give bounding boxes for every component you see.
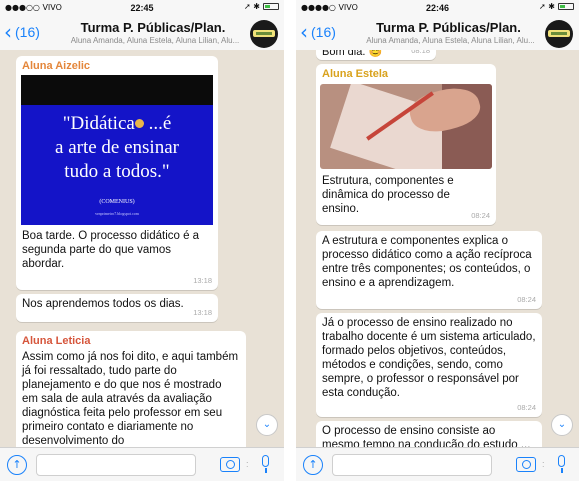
clock: 22:45	[130, 3, 154, 13]
message-bubble[interactable]: Aluna Leticia Assim como já nos foi dito…	[16, 331, 246, 447]
status-bar: ●●●●○ VIVO 22:46 ➚ ✱	[296, 0, 579, 16]
quote-line-2: a arte de ensinar	[55, 137, 179, 158]
scroll-to-bottom-button[interactable]: ⌄	[256, 414, 278, 436]
back-button[interactable]: ‹ (16)	[4, 20, 40, 44]
message-input[interactable]	[36, 454, 196, 476]
quote-blog: vrnprimeiro7.blogspot.com	[95, 211, 139, 216]
message-bubble[interactable]: A estrutura e componentes explica o proc…	[316, 231, 542, 309]
message-bubble[interactable]: Aluna Estela Estrutura, componentes e di…	[316, 64, 496, 225]
chevron-left-icon: ‹	[300, 20, 308, 44]
message-text: Nos aprendemos todos os dias.	[22, 298, 184, 310]
group-avatar[interactable]	[250, 20, 278, 48]
input-bar: ↑ :	[296, 447, 579, 481]
chat-area: Bom dia. 😊 08:18 Aluna Estela Estrutura,…	[296, 50, 579, 447]
chat-title[interactable]: Turma P. Públicas/Plan.	[358, 20, 539, 35]
arrow-up-icon[interactable]: ↑	[303, 455, 323, 475]
back-count: (16)	[15, 24, 40, 40]
location-bluetooth-icons: ➚ ✱	[244, 2, 260, 11]
chat-members[interactable]: Aluna Amanda, Aluna Estela, Aluna Lilian…	[62, 36, 248, 45]
chevron-left-icon: ‹	[4, 20, 12, 44]
chat-area: Aluna Aizelic "Didática ...é a arte de e…	[0, 50, 284, 447]
status-bar: ●●●○○ VIVO 22:45 ➚ ✱	[0, 0, 284, 16]
location-bluetooth-icons: ➚ ✱	[539, 2, 555, 11]
message-time: 08:24	[471, 211, 490, 220]
chat-title[interactable]: Turma P. Públicas/Plan.	[62, 20, 244, 35]
sender-name: Aluna Estela	[322, 68, 389, 80]
battery-icon	[263, 3, 279, 10]
message-text: Assim como já nos foi dito, e aqui també…	[22, 351, 239, 447]
microphone-icon[interactable]	[260, 455, 270, 475]
clock: 22:46	[425, 3, 450, 13]
chevron-down-icon: ⌄	[262, 419, 272, 430]
message-input[interactable]	[332, 454, 492, 476]
chevron-down-icon: ⌄	[557, 419, 567, 430]
separator-dots: :	[542, 459, 545, 469]
message-text: Estrutura, componentes e dinâmica do pro…	[322, 175, 454, 215]
message-text: Já o processo de ensino realizado no tra…	[322, 317, 536, 399]
scroll-to-bottom-button[interactable]: ⌄	[551, 414, 573, 436]
right-screenshot: ●●●●○ VIVO 22:46 ➚ ✱ ‹ (16) Turma P. Púb…	[296, 0, 579, 481]
message-time: 13:18	[193, 276, 212, 285]
left-screenshot: ●●●○○ VIVO 22:45 ➚ ✱ ‹ (16) Turma P. Púb…	[0, 0, 284, 481]
separator-dots: :	[246, 459, 249, 469]
message-text: A estrutura e componentes explica o proc…	[322, 235, 532, 289]
photo-attachment[interactable]	[320, 84, 492, 169]
quote-image[interactable]: "Didática ...é a arte de ensinar tudo a …	[21, 75, 213, 225]
message-bubble[interactable]: O processo de ensino consiste ao mesmo t…	[316, 421, 542, 447]
battery-icon	[558, 3, 574, 10]
quote-line-1: "Didática	[62, 113, 135, 134]
message-text: Boa tarde. O processo didático é a segun…	[22, 230, 200, 270]
arrow-up-icon[interactable]: ↑	[7, 455, 27, 475]
status-icons: ➚ ✱	[244, 2, 279, 11]
sender-name: Aluna Leticia	[22, 335, 91, 347]
message-bubble[interactable]: Bom dia. 😊 08:18	[316, 50, 436, 60]
message-time: 13:18	[193, 308, 212, 317]
sender-name: Aluna Aizelic	[22, 60, 91, 72]
apple-icon	[134, 119, 144, 128]
quote-line-3: tudo a todos."	[64, 161, 170, 182]
status-icons: ➚ ✱	[539, 2, 574, 11]
microphone-icon[interactable]	[556, 455, 566, 475]
input-bar: ↑ :	[0, 447, 284, 481]
quote-line-1b: ...é	[148, 113, 172, 134]
chat-header: ‹ (16) Turma P. Públicas/Plan. Aluna Ama…	[0, 16, 284, 52]
message-bubble[interactable]: Aluna Aizelic "Didática ...é a arte de e…	[16, 56, 218, 290]
message-bubble[interactable]: Já o processo de ensino realizado no tra…	[316, 313, 542, 417]
message-time: 08:24	[517, 295, 536, 304]
camera-icon[interactable]	[516, 457, 536, 472]
back-count: (16)	[311, 24, 336, 40]
camera-icon[interactable]	[220, 457, 240, 472]
back-button[interactable]: ‹ (16)	[300, 20, 336, 44]
message-bubble[interactable]: Nos aprendemos todos os dias. 13:18	[16, 294, 218, 322]
chat-header: ‹ (16) Turma P. Públicas/Plan. Aluna Ama…	[296, 16, 579, 52]
chat-members[interactable]: Aluna Amanda, Aluna Estela, Aluna Lilian…	[358, 36, 543, 45]
message-time: 08:18	[411, 50, 430, 55]
message-time: 08:24	[517, 403, 536, 412]
group-avatar[interactable]	[545, 20, 573, 48]
message-text: O processo de ensino consiste ao mesmo t…	[322, 425, 531, 447]
